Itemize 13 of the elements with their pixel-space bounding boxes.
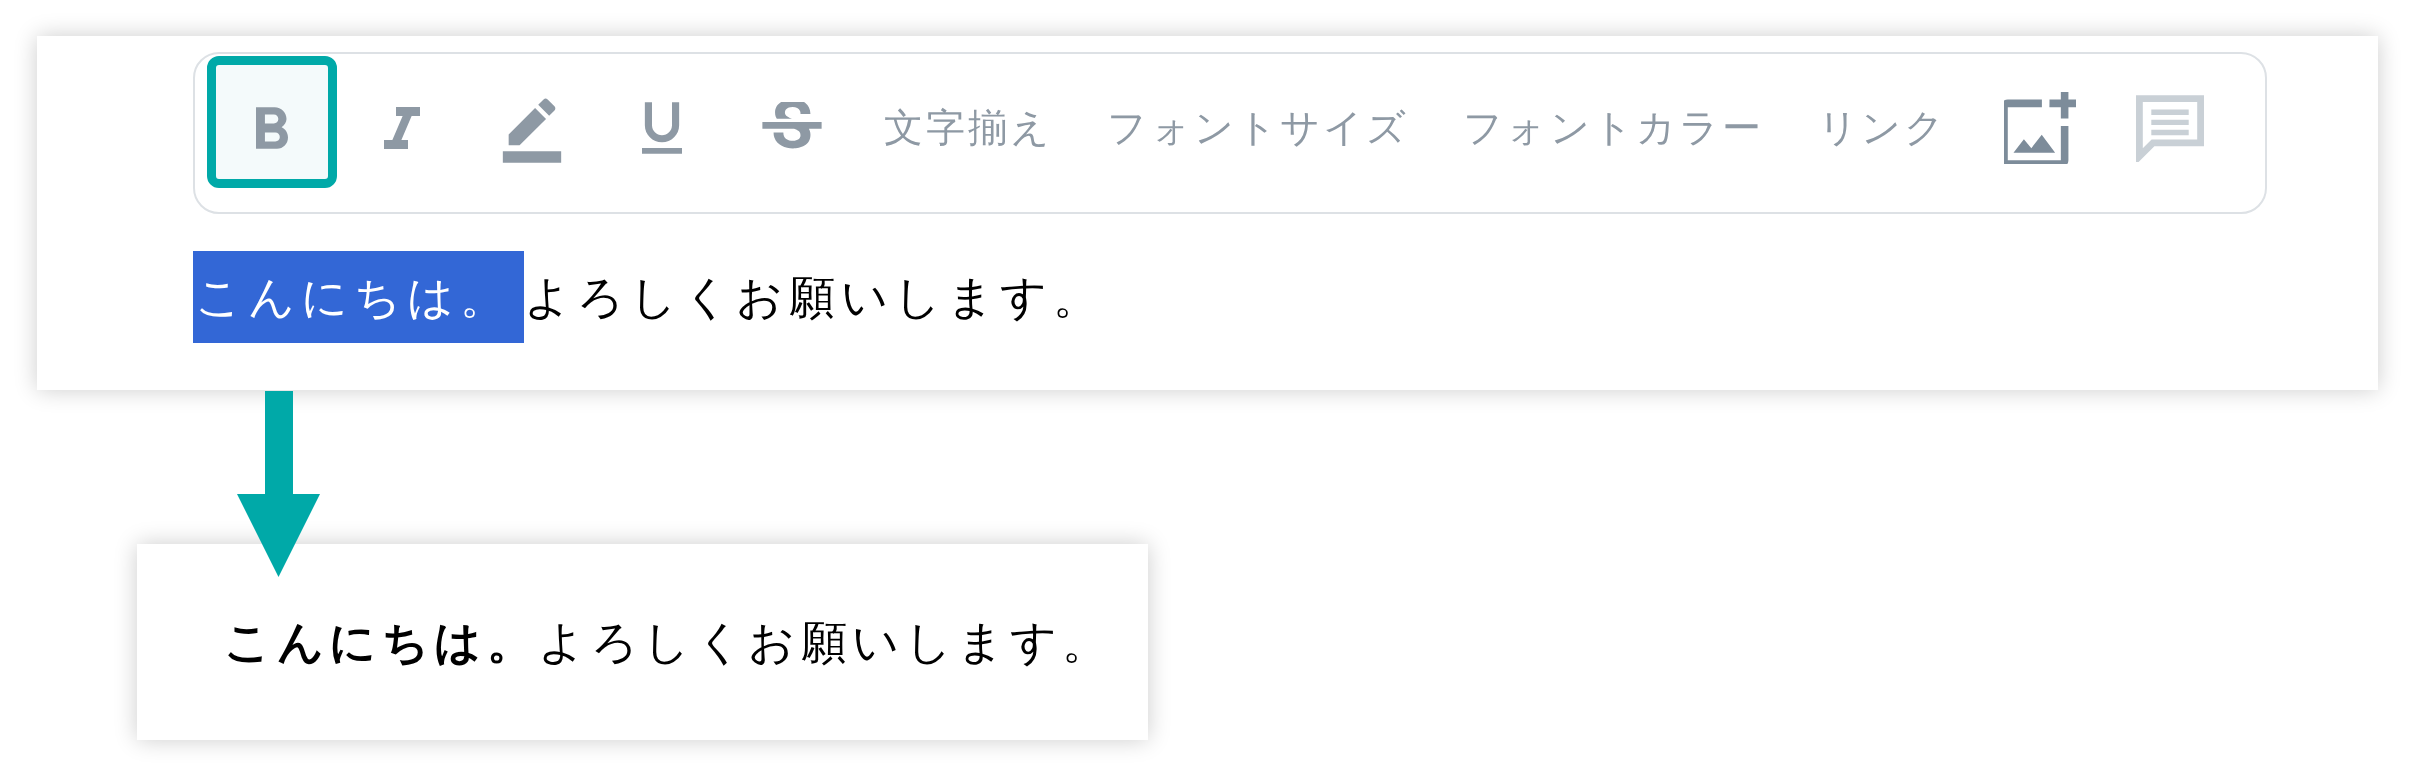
bold-icon bbox=[256, 107, 288, 149]
comment-icon bbox=[2135, 94, 2204, 162]
add-image-icon bbox=[2003, 92, 2076, 164]
underline-icon bbox=[642, 102, 682, 154]
editor-text: よろしくお願いします。 bbox=[523, 270, 1105, 325]
toolbar-button[interactable]: リンク bbox=[1791, 56, 1975, 188]
toolbar-button[interactable]: 文字揃え bbox=[857, 56, 1081, 188]
toolbar-button[interactable]: フォントサイズ bbox=[1080, 56, 1437, 188]
toolbar-button[interactable]: フォントカラー bbox=[1436, 56, 1792, 188]
result-text: こんにちは。よろしくお願いします。 bbox=[224, 614, 1114, 670]
italic-icon bbox=[384, 107, 420, 149]
selected-text: こんにちは。 bbox=[193, 251, 524, 343]
bold-button[interactable] bbox=[207, 56, 337, 188]
